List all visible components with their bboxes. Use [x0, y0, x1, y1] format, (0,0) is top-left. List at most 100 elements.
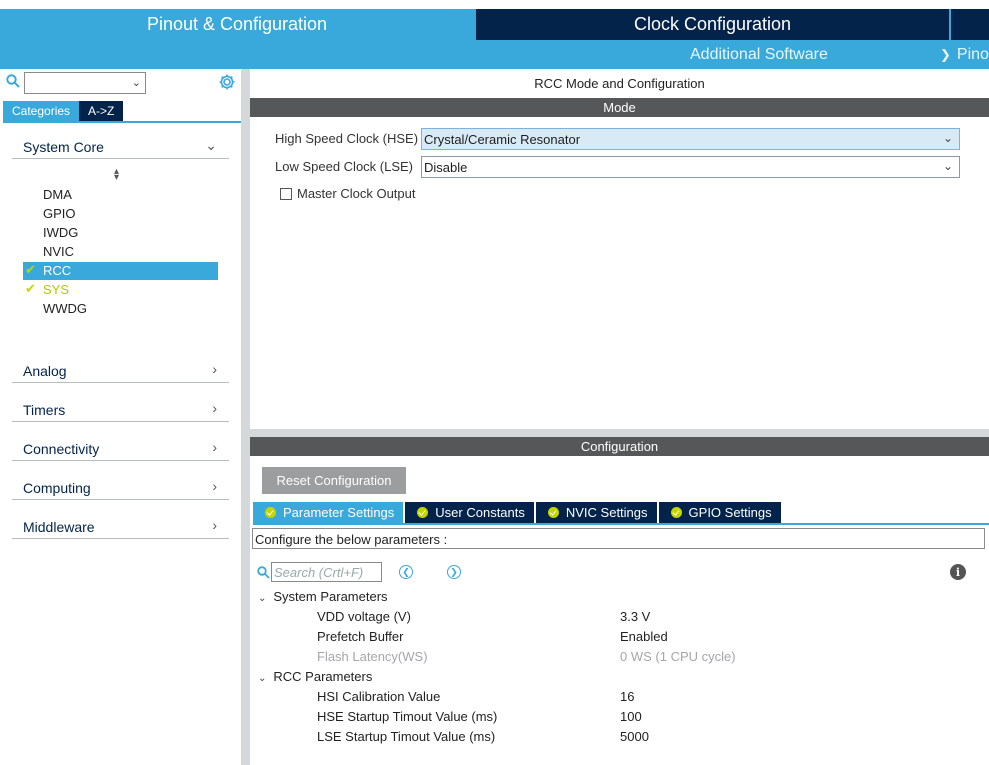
tab-gpio-settings[interactable]: GPIO Settings — [658, 502, 781, 523]
hse-select[interactable]: Crystal/Ceramic Resonator ⌄ — [421, 128, 960, 150]
parameter-search-input[interactable]: Search (Crtl+F) — [271, 562, 382, 582]
category-analog[interactable]: Analog › — [12, 358, 229, 383]
search-icon — [257, 566, 270, 579]
chevron-right-icon: › — [212, 361, 217, 377]
panel-splitter[interactable] — [250, 429, 989, 437]
category-system-core[interactable]: System Core ⌄ — [12, 134, 229, 159]
hse-label: High Speed Clock (HSE) — [275, 131, 419, 146]
category-label: Connectivity — [23, 441, 100, 457]
chevron-right-icon: › — [212, 400, 217, 416]
category-label: System Core — [23, 139, 104, 155]
category-middleware[interactable]: Middleware › — [12, 514, 229, 539]
reset-configuration-button[interactable]: Reset Configuration — [262, 467, 406, 494]
param-value[interactable]: 3.3 V — [620, 609, 650, 624]
peripheral-sys[interactable]: ✔ SYS — [23, 281, 218, 299]
peripheral-nvic[interactable]: NVIC — [23, 243, 218, 261]
panel-splitter[interactable] — [241, 69, 250, 765]
tab-user-constants[interactable]: User Constants — [405, 502, 534, 523]
tab-label: NVIC Settings — [565, 505, 648, 520]
peripheral-gpio[interactable]: GPIO — [23, 205, 218, 223]
chevron-down-icon[interactable]: ⌄ — [132, 76, 141, 89]
chevron-down-icon: ⌄ — [942, 159, 953, 173]
param-value[interactable]: 100 — [620, 709, 642, 724]
param-vdd-voltage[interactable]: VDD voltage (V) — [317, 609, 411, 624]
peripheral-label: IWDG — [43, 225, 79, 240]
lse-label: Low Speed Clock (LSE) — [275, 159, 414, 174]
tab-additional-software[interactable]: Additional Software — [690, 40, 828, 69]
peripheral-rcc[interactable]: ✔ RCC — [23, 262, 218, 280]
param-flash-latency: Flash Latency(WS) — [317, 649, 428, 664]
peripheral-iwdg[interactable]: IWDG — [23, 224, 218, 242]
tab-nvic-settings[interactable]: NVIC Settings — [535, 502, 657, 523]
param-hse-startup-timeout[interactable]: HSE Startup Timout Value (ms) — [317, 709, 497, 724]
lse-select[interactable]: Disable ⌄ — [421, 156, 960, 178]
param-lse-startup-timeout[interactable]: LSE Startup Timout Value (ms) — [317, 729, 495, 744]
previous-result-icon[interactable]: ❮ — [399, 565, 413, 579]
tab-pinout-configuration[interactable]: Pinout & Configuration — [0, 9, 474, 40]
param-value[interactable]: 16 — [620, 689, 634, 704]
chevron-down-icon: ⌄ — [258, 593, 267, 604]
chevron-down-icon: ⌄ — [205, 137, 217, 153]
category-connectivity[interactable]: Connectivity › — [12, 436, 229, 461]
sub-tabs: Additional Software ❯ Pino — [0, 40, 989, 69]
tab-clock-configuration[interactable]: Clock Configuration — [476, 9, 949, 40]
category-label: Computing — [23, 480, 91, 496]
category-search-input[interactable]: ⌄ — [24, 72, 146, 94]
tab-underline — [3, 121, 241, 123]
chevron-down-icon: ❯ — [940, 46, 951, 62]
peripheral-label: NVIC — [43, 244, 75, 259]
tab-label: Parameter Settings — [283, 505, 395, 520]
chevron-down-icon: ⌄ — [942, 131, 953, 145]
param-hsi-calibration[interactable]: HSI Calibration Value — [317, 689, 440, 704]
peripheral-wwdg[interactable]: WWDG — [23, 300, 218, 318]
chevron-down-icon: ⌄ — [258, 673, 267, 684]
tab-label: User Constants — [435, 505, 525, 520]
chevron-right-icon: › — [212, 517, 217, 533]
peripheral-dma[interactable]: DMA — [23, 186, 218, 204]
sort-icon[interactable]: ▴ ▾ — [114, 167, 119, 183]
category-computing[interactable]: Computing › — [12, 475, 229, 500]
checkbox[interactable] — [280, 187, 292, 200]
check-icon — [265, 507, 276, 518]
hse-select-value: Crystal/Ceramic Resonator — [424, 132, 581, 147]
tab-parameter-settings[interactable]: Parameter Settings — [253, 502, 404, 523]
peripheral-label: GPIO — [43, 206, 76, 221]
search-icon — [6, 74, 20, 88]
group-system-parameters[interactable]: ⌄ System Parameters — [258, 589, 388, 604]
category-view-tabs: Categories A->Z — [3, 101, 124, 121]
param-value: 0 WS (1 CPU cycle) — [620, 649, 736, 664]
configuration-tabs: Parameter Settings User Constants NVIC S… — [253, 502, 781, 523]
tab-pinout-view[interactable]: ❯ Pino — [940, 40, 989, 69]
peripheral-label: SYS — [43, 282, 70, 297]
param-prefetch-buffer[interactable]: Prefetch Buffer — [317, 629, 403, 644]
mode-header: Mode — [250, 98, 989, 117]
peripheral-label: RCC — [43, 263, 72, 278]
top-strip — [0, 0, 989, 9]
group-rcc-parameters[interactable]: ⌄ RCC Parameters — [258, 669, 372, 684]
configuration-description: Configure the below parameters : — [252, 528, 985, 549]
check-icon — [670, 507, 682, 518]
chevron-right-icon: › — [212, 439, 217, 455]
param-value[interactable]: Enabled — [620, 629, 668, 644]
check-icon: ✔ — [25, 262, 36, 277]
check-icon — [547, 507, 559, 518]
tab-underline — [253, 523, 989, 525]
group-label: RCC Parameters — [273, 669, 373, 684]
master-clock-output-checkbox[interactable]: Master Clock Output — [280, 186, 416, 201]
tab-categories[interactable]: Categories — [3, 101, 80, 121]
gear-icon[interactable] — [218, 73, 236, 91]
master-clock-output-label: Master Clock Output — [297, 186, 416, 201]
tab-label: GPIO Settings — [688, 505, 772, 520]
peripheral-label: DMA — [43, 187, 72, 202]
info-icon[interactable]: i — [950, 564, 966, 580]
chevron-right-icon: › — [212, 478, 217, 494]
param-value[interactable]: 5000 — [620, 729, 649, 744]
tab-pinout-view-label: Pino — [956, 45, 989, 63]
check-icon: ✔ — [25, 281, 36, 296]
tab-overflow[interactable] — [951, 9, 989, 40]
next-result-icon[interactable]: ❯ — [447, 565, 461, 579]
category-timers[interactable]: Timers › — [12, 397, 229, 422]
configuration-header: Configuration — [250, 437, 989, 456]
tab-a-to-z[interactable]: A->Z — [79, 101, 124, 121]
top-navigation: Pinout & Configuration Clock Configurati… — [0, 0, 989, 69]
